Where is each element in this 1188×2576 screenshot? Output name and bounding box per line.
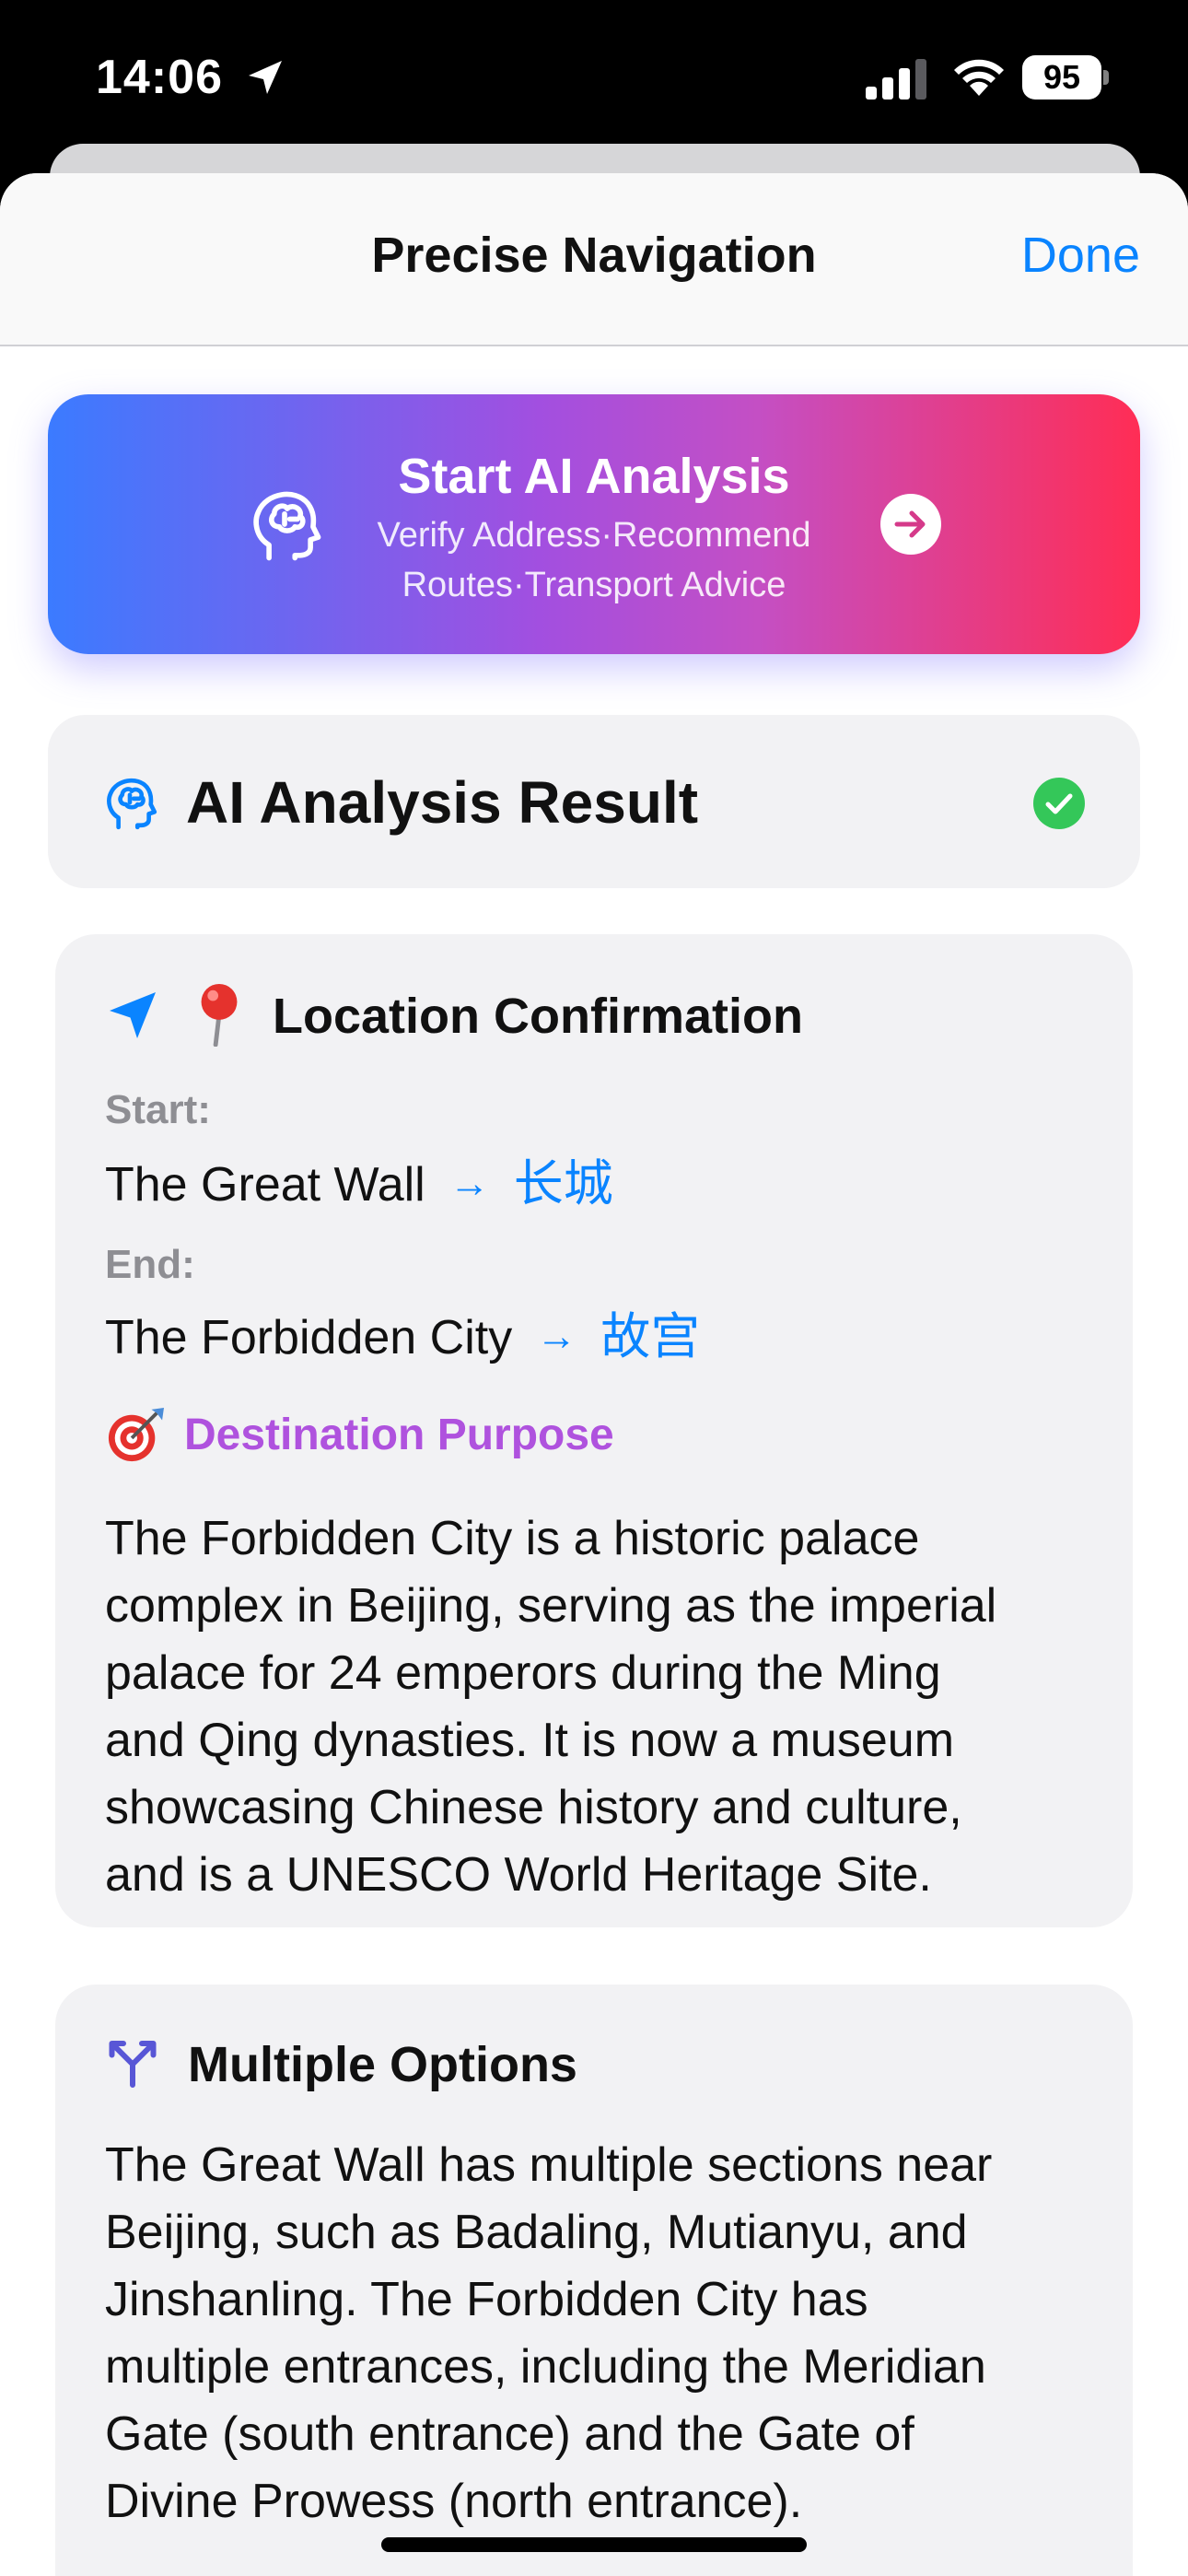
text-line: Beijing, such as Badaling, Mutianyu, and bbox=[105, 2206, 968, 2259]
start-location: The Great Wall → 长城 bbox=[105, 1142, 613, 1215]
text-line: multiple entrances, including the Meridi… bbox=[105, 2340, 986, 2394]
multiple-options-text: The Great Wall has multiple sections nea… bbox=[105, 2132, 1100, 2535]
ai-analysis-result-header[interactable]: AI Analysis Result bbox=[48, 715, 1140, 888]
navigation-sheet: Precise Navigation Done Start AI Analysi… bbox=[0, 173, 1188, 2576]
text-line: Divine Prowess (north entrance). bbox=[105, 2475, 803, 2528]
start-name: The Great Wall bbox=[105, 1158, 425, 1212]
wifi-icon bbox=[954, 59, 1004, 96]
text-line: and Qing dynasties. It is now a museum bbox=[105, 1714, 955, 1767]
start-ai-analysis-button[interactable]: Start AI Analysis Verify Address·Recomme… bbox=[48, 394, 1140, 654]
text-line: The Great Wall has multiple sections nea… bbox=[105, 2138, 993, 2192]
brain-head-icon bbox=[107, 778, 157, 830]
ai-subtitle-line: Verify Address·Recommend bbox=[377, 516, 811, 555]
text-line: Gate (south entrance) and the Gate of bbox=[105, 2407, 914, 2461]
multiple-options-heading: Multiple Options bbox=[188, 2037, 577, 2092]
location-confirmation-heading: Location Confirmation bbox=[273, 989, 803, 1044]
text-line: palace for 24 emperors during the Ming bbox=[105, 1646, 941, 1700]
location-arrow-icon bbox=[249, 61, 282, 94]
multiple-options-card: Multiple Options The Great Wall has mult… bbox=[55, 1985, 1133, 2576]
status-time: 14:06 bbox=[96, 51, 223, 104]
target-emoji-icon bbox=[108, 1407, 164, 1462]
text-line: Jinshanling. The Forbidden City has bbox=[105, 2273, 868, 2326]
arrow-right-icon: → bbox=[536, 1314, 577, 1359]
destination-purpose-heading: Destination Purpose bbox=[184, 1411, 614, 1459]
pushpin-emoji-icon bbox=[201, 983, 238, 1047]
result-title: AI Analysis Result bbox=[186, 769, 699, 836]
arrow-right-icon: → bbox=[448, 1161, 490, 1206]
arrow-right-circle-icon bbox=[880, 494, 941, 555]
checkmark-circle-icon bbox=[1033, 778, 1085, 829]
text-line: and is a UNESCO World Heritage Site. bbox=[105, 1848, 932, 1902]
signal-bars-icon bbox=[866, 59, 926, 100]
end-native-name[interactable]: 故宫 bbox=[600, 1309, 700, 1364]
navigation-arrow-icon bbox=[110, 992, 156, 1038]
branch-split-icon bbox=[109, 2041, 157, 2088]
text-line: showcasing Chinese history and culture, bbox=[105, 1781, 962, 1834]
sheet-nav-bar: Precise Navigation Done bbox=[0, 173, 1188, 346]
end-label: End: bbox=[105, 1242, 195, 1287]
end-location: The Forbidden City → 故宫 bbox=[105, 1295, 700, 1368]
ai-button-title: Start AI Analysis bbox=[398, 449, 790, 504]
battery-level: 95 bbox=[1022, 55, 1101, 100]
start-label: Start: bbox=[105, 1087, 211, 1132]
location-confirmation-card: Location Confirmation Start: The Great W… bbox=[55, 934, 1133, 1927]
status-bar: 14:06 95 bbox=[0, 0, 1188, 157]
ai-button-subtitle: Verify Address·Recommend Routes·Transpor… bbox=[352, 510, 836, 610]
battery-icon: 95 bbox=[1022, 55, 1111, 101]
text-line: complex in Beijing, serving as the imper… bbox=[105, 1579, 997, 1633]
end-name: The Forbidden City bbox=[105, 1311, 513, 1364]
ai-subtitle-line: Routes·Transport Advice bbox=[402, 566, 786, 604]
done-button[interactable]: Done bbox=[1021, 227, 1140, 284]
start-native-name[interactable]: 长城 bbox=[514, 1156, 613, 1212]
home-indicator[interactable] bbox=[381, 2537, 807, 2552]
destination-purpose-text: The Forbidden City is a historic palace … bbox=[105, 1505, 1100, 1909]
text-line: The Forbidden City is a historic palace bbox=[105, 1512, 920, 1565]
page-title: Precise Navigation bbox=[371, 228, 817, 283]
